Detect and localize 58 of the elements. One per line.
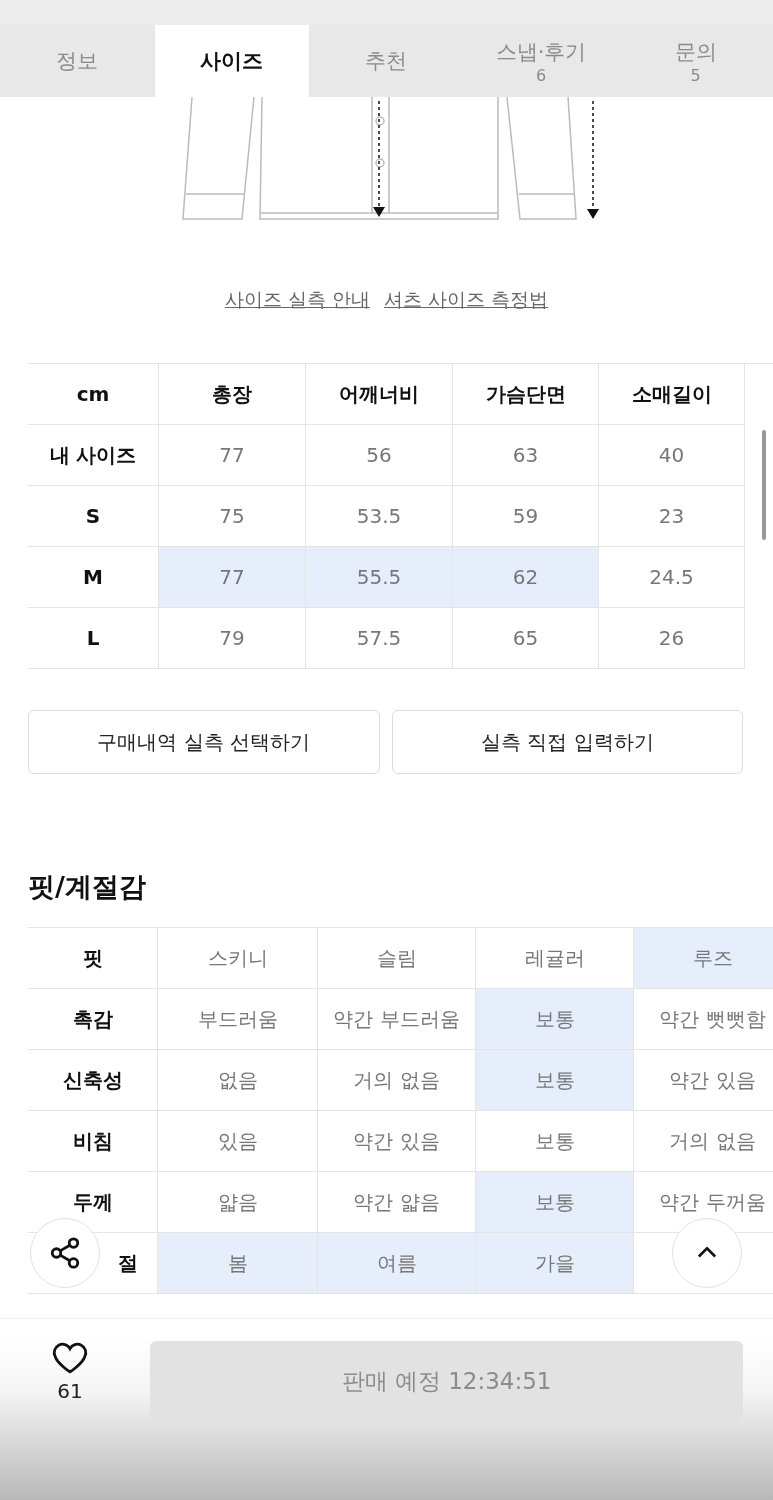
table-cell: 보통 (476, 1111, 634, 1172)
table-cell: 57.5 (306, 608, 453, 669)
table-cell: 없음 (158, 1050, 318, 1111)
column-header: 소매길이 (599, 364, 745, 425)
table-cell: 얇음 (158, 1172, 318, 1233)
column-header: 총장 (159, 364, 306, 425)
table-cell: 보통 (476, 989, 634, 1050)
measure-button[interactable]: 구매내역 실측 선택하기 (28, 710, 380, 774)
row-header: 핏 (28, 928, 158, 989)
table-cell: 40 (599, 425, 745, 486)
unit-header: cm (28, 364, 159, 425)
table-cell: 24.5 (599, 547, 745, 608)
table-cell: 부드러움 (158, 989, 318, 1050)
row-header: 두께 (28, 1172, 158, 1233)
row-header: M (28, 547, 159, 608)
like-count: 61 (57, 1379, 83, 1403)
row-header: L (28, 608, 159, 669)
row-header: S (28, 486, 159, 547)
table-cell: 63 (453, 425, 599, 486)
measure-button[interactable]: 실측 직접 입력하기 (391, 710, 743, 774)
link[interactable]: 셔츠 사이즈 측정법 (384, 287, 549, 313)
table-cell: 거의 없음 (318, 1050, 476, 1111)
row-header: 비침 (28, 1111, 158, 1172)
tab[interactable]: 사이즈 (154, 25, 310, 97)
table-cell: 봄 (158, 1233, 318, 1294)
table-cell: 53.5 (306, 486, 453, 547)
column-header: 어깨너비 (306, 364, 453, 425)
link[interactable]: 사이즈 실측 안내 (224, 287, 370, 313)
table-cell: 여름 (318, 1233, 476, 1294)
table-cell: 59 (453, 486, 599, 547)
table-cell: 65 (453, 608, 599, 669)
table-cell: 있음 (158, 1111, 318, 1172)
table-cell: 62 (453, 547, 599, 608)
section-heading: 핏/계절감 (28, 870, 147, 904)
table-cell: 77 (159, 425, 306, 486)
table-cell: 보통 (476, 1172, 634, 1233)
table-cell: 약간 있음 (318, 1111, 476, 1172)
table-cell: 77 (159, 547, 306, 608)
table-cell: 26 (599, 608, 745, 669)
row-header: 신축성 (28, 1050, 158, 1111)
table-cell: 보통 (476, 1050, 634, 1111)
table-cell: 55.5 (306, 547, 453, 608)
row-header: 내 사이즈 (28, 425, 159, 486)
table-cell: 23 (599, 486, 745, 547)
table-cell: 루즈 (634, 928, 773, 989)
row-header: 촉감 (28, 989, 158, 1050)
share-icon (48, 1236, 82, 1270)
table-cell: 75 (159, 486, 306, 547)
table-cell: 레귤러 (476, 928, 634, 989)
table-cell: 79 (159, 608, 306, 669)
table-cell: 56 (306, 425, 453, 486)
table-cell: 슬림 (318, 928, 476, 989)
table-cell: 약간 부드러움 (318, 989, 476, 1050)
column-header: 가슴단면 (453, 364, 599, 425)
table-cell: 스키니 (158, 928, 318, 989)
heart-icon[interactable] (51, 1341, 89, 1375)
table-cell: 가을 (476, 1233, 634, 1294)
table-cell: 약간 얇음 (318, 1172, 476, 1233)
